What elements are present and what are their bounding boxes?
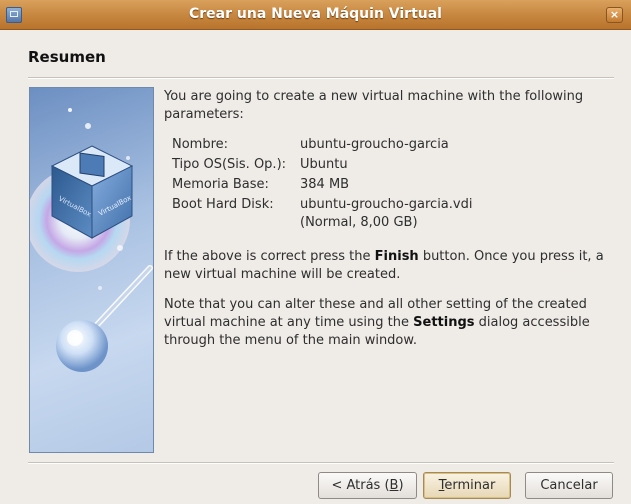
close-icon[interactable]: × <box>606 7 623 23</box>
back-label-post: ) <box>398 478 404 493</box>
param-row: Tipo OS(Sis. Op.): Ubuntu <box>172 156 508 176</box>
param-value: ubuntu-groucho-garcia.vdi (Normal, 8,00 … <box>300 197 473 230</box>
settings-keyword: Settings <box>413 315 475 330</box>
title-bar[interactable]: Crear una Nueva Máquin Virtual × <box>0 0 631 30</box>
virtualbox-box-cd-icon: VirtualBox VirtualBox <box>29 87 154 453</box>
finish-button[interactable]: Terminar <box>423 472 511 499</box>
param-row: Memoria Base: 384 MB <box>172 176 508 196</box>
back-label-pre: < Atrás ( <box>331 478 390 493</box>
summary-content: You are going to create a new virtual ma… <box>164 88 619 362</box>
back-button[interactable]: < Atrás (B) <box>318 472 417 499</box>
param-value: 384 MB <box>300 177 350 192</box>
settings-note: Note that you can alter these and all ot… <box>164 296 619 350</box>
param-label: Boot Hard Disk: <box>172 197 274 212</box>
param-label: Memoria Base: <box>172 177 269 192</box>
param-value: ubuntu-groucho-garcia <box>300 137 449 152</box>
param-row: Boot Hard Disk: ubuntu-groucho-garcia.vd… <box>172 196 508 234</box>
cancel-button[interactable]: Cancelar <box>525 472 613 499</box>
param-label: Nombre: <box>172 137 229 152</box>
intro-text: You are going to create a new virtual ma… <box>164 89 584 122</box>
finish-text-pre: If the above is correct press the <box>164 249 375 264</box>
page-title: Resumen <box>28 48 106 66</box>
footer-divider <box>28 462 614 464</box>
parameters-table: Nombre: ubuntu-groucho-garcia Tipo OS(Si… <box>172 136 508 234</box>
finish-instructions: If the above is correct press the Finish… <box>164 248 619 284</box>
param-label: Tipo OS(Sis. Op.): <box>172 157 287 172</box>
param-row: Nombre: ubuntu-groucho-garcia <box>172 136 508 156</box>
finish-label-rest: erminar <box>444 478 496 493</box>
window-title: Crear una Nueva Máquin Virtual <box>189 6 442 22</box>
param-value: Ubuntu <box>300 157 348 172</box>
finish-keyword: Finish <box>374 249 419 264</box>
header-divider <box>28 77 614 79</box>
